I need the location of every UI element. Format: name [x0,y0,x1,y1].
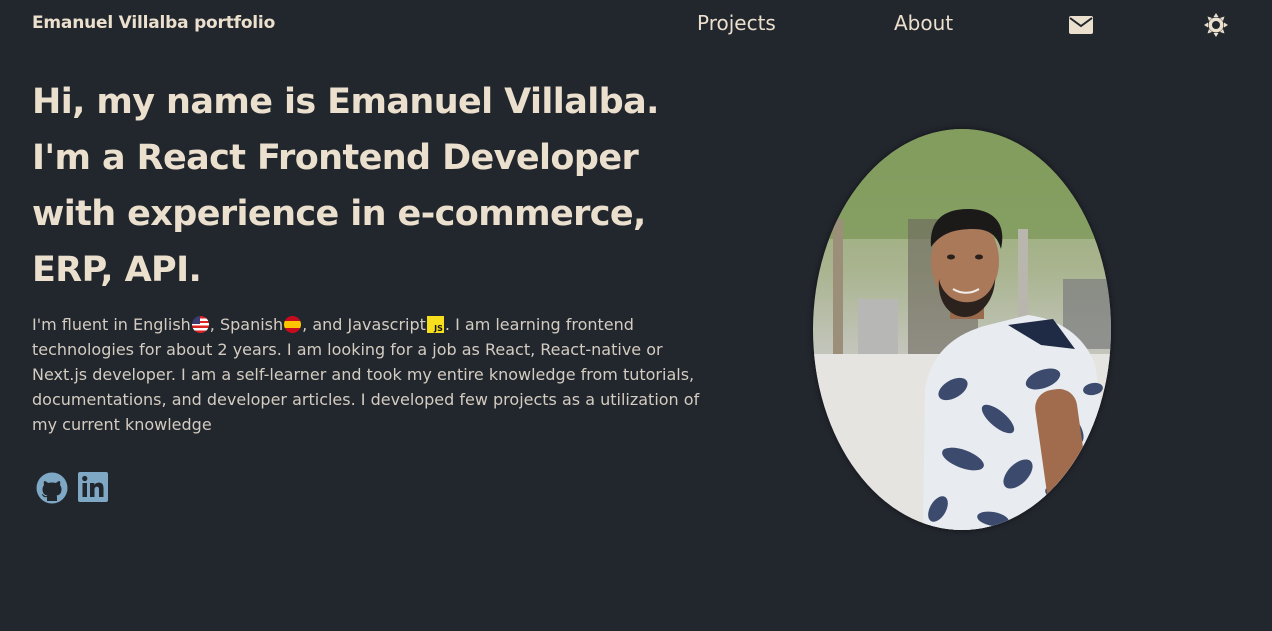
js-badge-label: JS [434,324,443,333]
hero-intro: I'm fluent in English , Spanish , and Java… [32,312,702,437]
sun-icon[interactable] [1204,13,1228,37]
intro-text-2: , Spanish [209,315,284,334]
spain-flag-icon [284,316,302,333]
us-flag-icon [191,316,209,333]
hero-headline: Hi, my name is Emanuel Villalba. I'm a R… [32,82,659,290]
intro-text-1: I'm fluent in English [32,315,191,334]
top-navbar: Emanuel Villalba portfolio Projects Abou… [0,0,1272,50]
nav-projects-link[interactable]: Projects [697,11,776,35]
intro-text-3: , and Javascript [302,315,426,334]
github-icon[interactable] [36,472,68,504]
linkedin-icon[interactable] [78,472,110,504]
javascript-icon: JS [426,316,444,333]
nav-about-link[interactable]: About [894,11,953,35]
brand-link[interactable]: Emanuel Villalba portfolio [32,13,275,33]
social-links [36,472,110,504]
mail-icon[interactable] [1069,13,1093,37]
profile-photo [813,129,1111,530]
